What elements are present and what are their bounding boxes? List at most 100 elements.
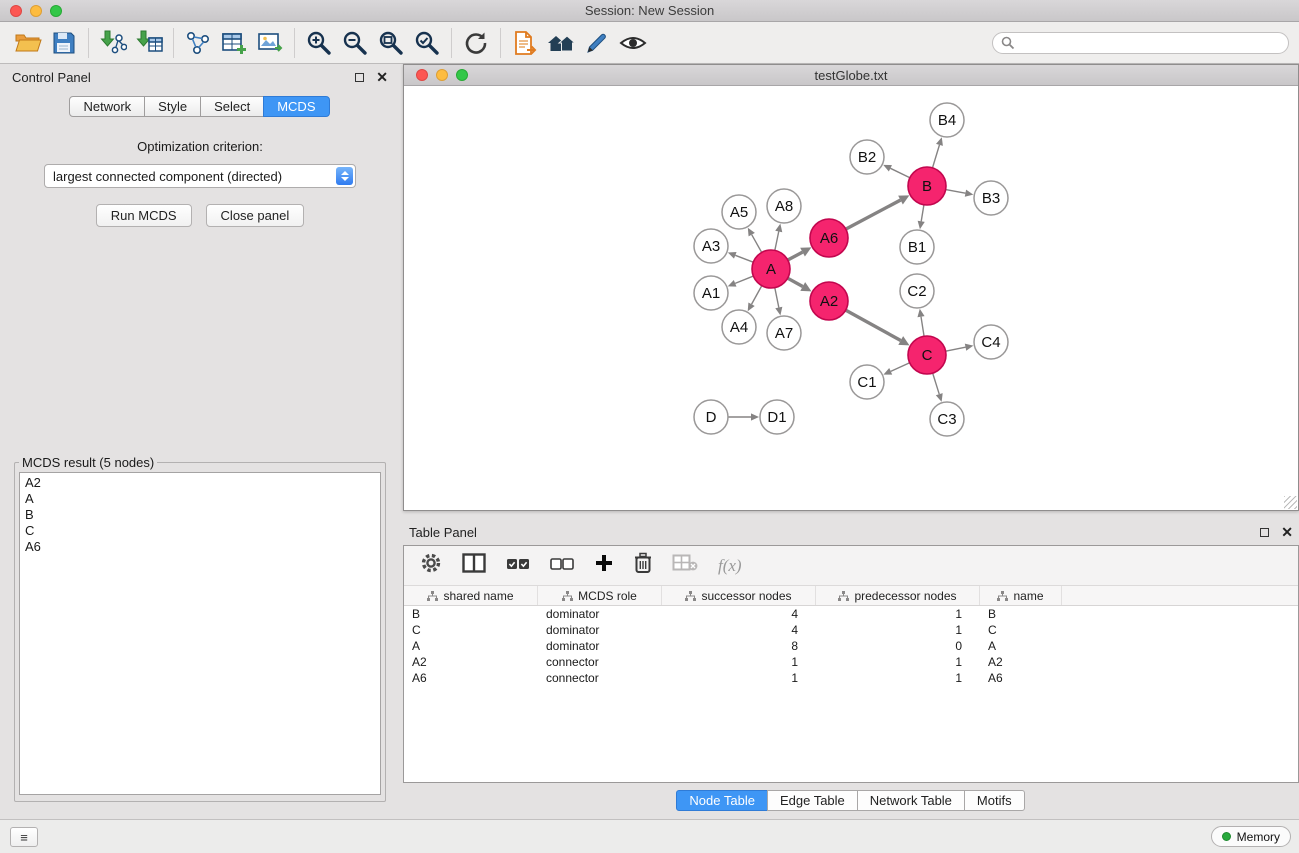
table-row[interactable]: A6connector11A6 (404, 670, 1298, 686)
tab-edge-table[interactable]: Edge Table (767, 790, 858, 811)
search-box[interactable] (992, 32, 1289, 54)
tab-node-table[interactable]: Node Table (676, 790, 768, 811)
graph-edge[interactable] (933, 145, 940, 168)
network-graph[interactable]: B4B2BB3A5A8A6A3B1AC2A1A2A4A7C4CC1DD1C3 (404, 86, 1298, 510)
zoom-selected-icon[interactable] (409, 26, 445, 60)
function-builder-icon[interactable]: f(x) (718, 556, 742, 576)
network-canvas[interactable]: B4B2BB3A5A8A6A3B1AC2A1A2A4A7C4CC1DD1C3 (404, 86, 1298, 510)
table-header-row: shared nameMCDS rolesuccessor nodesprede… (404, 586, 1298, 606)
result-item[interactable]: A2 (25, 475, 375, 491)
tab-network[interactable]: Network (69, 96, 145, 117)
tab-mcds[interactable]: MCDS (263, 96, 329, 117)
open-document-icon[interactable] (507, 26, 543, 60)
toolbar-separator (88, 28, 89, 58)
column-header[interactable]: name (980, 586, 1062, 605)
graph-edge[interactable] (775, 288, 779, 308)
table-settings-icon[interactable] (420, 552, 442, 579)
graph-edge[interactable] (891, 363, 910, 372)
graph-node-label: A (766, 261, 776, 278)
task-history-button[interactable]: ≡ (10, 827, 38, 847)
table-cell: A6 (980, 670, 1062, 686)
export-image-icon[interactable] (252, 26, 288, 60)
graph-edge[interactable] (890, 168, 909, 177)
mcds-result-list[interactable]: A2ABCA6 (19, 472, 381, 795)
graph-edge[interactable] (788, 252, 803, 260)
graph-edge[interactable] (735, 276, 753, 283)
open-session-icon[interactable] (10, 26, 46, 60)
graph-node-label: D1 (767, 409, 786, 426)
delete-table-icon[interactable] (672, 554, 698, 577)
home-icon[interactable] (543, 26, 579, 60)
zoom-out-icon[interactable] (337, 26, 373, 60)
table-row[interactable]: A2connector11A2 (404, 654, 1298, 670)
network-window-titlebar[interactable]: testGlobe.txt (404, 65, 1298, 86)
delete-column-icon[interactable] (634, 552, 652, 579)
column-header[interactable]: predecessor nodes (816, 586, 980, 605)
result-item[interactable]: A6 (25, 539, 375, 555)
refresh-icon[interactable] (458, 26, 494, 60)
result-item[interactable]: C (25, 523, 375, 539)
float-panel-icon[interactable] (355, 73, 364, 82)
result-item[interactable]: A (25, 491, 375, 507)
column-header[interactable]: MCDS role (538, 586, 662, 605)
column-header[interactable]: shared name (404, 586, 538, 605)
paint-icon[interactable] (579, 26, 615, 60)
graph-node-label: C1 (857, 374, 876, 391)
import-table-icon[interactable] (131, 26, 167, 60)
run-mcds-button[interactable]: Run MCDS (96, 204, 192, 227)
criterion-dropdown[interactable]: largest connected component (directed) (44, 164, 356, 188)
network-from-selection-icon[interactable] (180, 26, 216, 60)
close-window-button[interactable] (10, 5, 22, 17)
add-column-icon[interactable] (594, 553, 614, 578)
deselect-all-rows-icon[interactable] (550, 557, 574, 575)
tab-motifs[interactable]: Motifs (964, 790, 1025, 811)
graph-edge[interactable] (775, 231, 779, 250)
graph-edge[interactable] (921, 205, 924, 222)
close-panel-button[interactable]: Close panel (206, 204, 305, 227)
graph-edge[interactable] (921, 317, 924, 337)
table-row[interactable]: Adominator80A (404, 638, 1298, 654)
graph-edge-arrow (918, 221, 925, 229)
main-toolbar (0, 22, 1299, 64)
show-hide-icon[interactable] (615, 26, 651, 60)
save-session-icon[interactable] (46, 26, 82, 60)
graph-edge[interactable] (946, 190, 966, 194)
tab-style[interactable]: Style (144, 96, 201, 117)
select-all-rows-icon[interactable] (506, 557, 530, 575)
memory-button[interactable]: Memory (1211, 826, 1291, 847)
close-table-panel-icon[interactable]: ✕ (1281, 527, 1293, 537)
zoom-in-icon[interactable] (301, 26, 337, 60)
graph-edge[interactable] (946, 347, 966, 351)
zoom-window-button[interactable] (50, 5, 62, 17)
table-row[interactable]: Cdominator41C (404, 622, 1298, 638)
resize-grip[interactable] (1284, 496, 1297, 509)
float-table-panel-icon[interactable] (1260, 528, 1269, 537)
close-network-window-button[interactable] (416, 69, 428, 81)
table-cell-filler (1062, 670, 1298, 686)
graph-edge[interactable] (788, 278, 803, 286)
table-rows: Bdominator41BCdominator41CAdominator80AA… (404, 606, 1298, 686)
result-item[interactable]: B (25, 507, 375, 523)
graph-edge[interactable] (735, 255, 753, 262)
column-header[interactable]: successor nodes (662, 586, 816, 605)
graph-edge[interactable] (752, 235, 762, 253)
new-table-icon[interactable] (216, 26, 252, 60)
minimize-window-button[interactable] (30, 5, 42, 17)
tab-network-table[interactable]: Network Table (857, 790, 965, 811)
graph-node-label: A6 (820, 230, 838, 247)
tab-select[interactable]: Select (200, 96, 264, 117)
table-panel: Table Panel ✕ (403, 519, 1299, 819)
table-cell: A2 (980, 654, 1062, 670)
show-columns-icon[interactable] (462, 553, 486, 578)
minimize-network-window-button[interactable] (436, 69, 448, 81)
graph-edge[interactable] (846, 310, 901, 340)
close-panel-icon[interactable]: ✕ (376, 72, 388, 82)
zoom-network-window-button[interactable] (456, 69, 468, 81)
search-input[interactable] (1015, 35, 1280, 51)
graph-edge[interactable] (933, 373, 940, 394)
graph-edge[interactable] (752, 286, 762, 305)
graph-edge[interactable] (846, 200, 901, 229)
table-row[interactable]: Bdominator41B (404, 606, 1298, 622)
import-network-icon[interactable] (95, 26, 131, 60)
zoom-fit-icon[interactable] (373, 26, 409, 60)
